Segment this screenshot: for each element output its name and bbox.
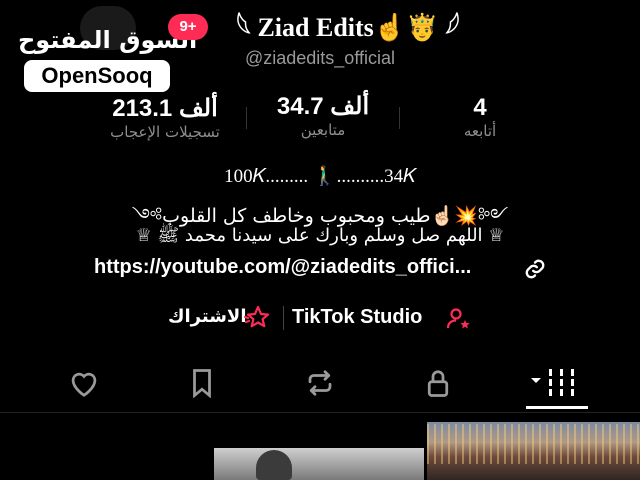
bio-link[interactable]: https://youtube.com/@ziadedits_offici... [94, 256, 471, 279]
following-label: أتابعه [463, 122, 497, 140]
video-thumbnail[interactable] [214, 448, 424, 480]
following-count: 4 [473, 94, 487, 121]
opensooq-logo: OpenSooq [24, 60, 170, 92]
thumbnail-lights [427, 424, 640, 464]
followers-count: 34.7 ألف [276, 93, 370, 120]
tab-saved[interactable] [182, 366, 222, 400]
tab-liked[interactable] [64, 366, 104, 400]
repost-icon [308, 370, 332, 396]
stat-following[interactable]: 4 أتابعه [425, 94, 535, 140]
bio-line-1: 100𝐾......... 🚶‍♂️..........34𝐾 [224, 166, 416, 187]
lock-icon [427, 370, 449, 397]
action-divider [283, 306, 284, 330]
bio-line-3: ♕ اللهم صل وسلم وبارك على سيدنا محمد ﷺ ♕ [135, 225, 505, 246]
studio-person-star-icon [446, 306, 472, 332]
thumbnail-figure [256, 450, 292, 480]
stat-divider [246, 107, 247, 129]
videos-grid-icon [531, 369, 574, 396]
profile-name: 𓆩 Ziad Edits☝️🤴 𓆪 [236, 13, 460, 42]
tiktok-studio-button[interactable]: TikTok Studio [292, 306, 422, 329]
link-icon [524, 258, 546, 280]
likes-label: تسجيلات الإعجاب [110, 123, 220, 141]
tab-bar-divider [0, 412, 640, 413]
profile-handle[interactable]: @ziadedits_official [200, 48, 440, 69]
subscribe-button[interactable]: الاشتراك [168, 306, 247, 327]
bookmark-icon [193, 369, 211, 398]
followers-label: متابعين [300, 121, 346, 139]
tab-reposts[interactable] [300, 366, 340, 400]
star-badge-icon [242, 304, 272, 332]
tab-videos[interactable] [528, 366, 580, 400]
stat-divider [399, 107, 400, 129]
likes-count: 213.1 ألف [112, 95, 218, 122]
tab-private[interactable] [418, 366, 458, 400]
active-tab-indicator [526, 406, 588, 409]
notification-badge[interactable]: 9+ [168, 14, 208, 40]
stat-followers[interactable]: 34.7 ألف متابعين [258, 92, 388, 139]
stat-likes[interactable]: 213.1 ألف تسجيلات الإعجاب [90, 94, 240, 141]
heart-icon [71, 372, 97, 397]
